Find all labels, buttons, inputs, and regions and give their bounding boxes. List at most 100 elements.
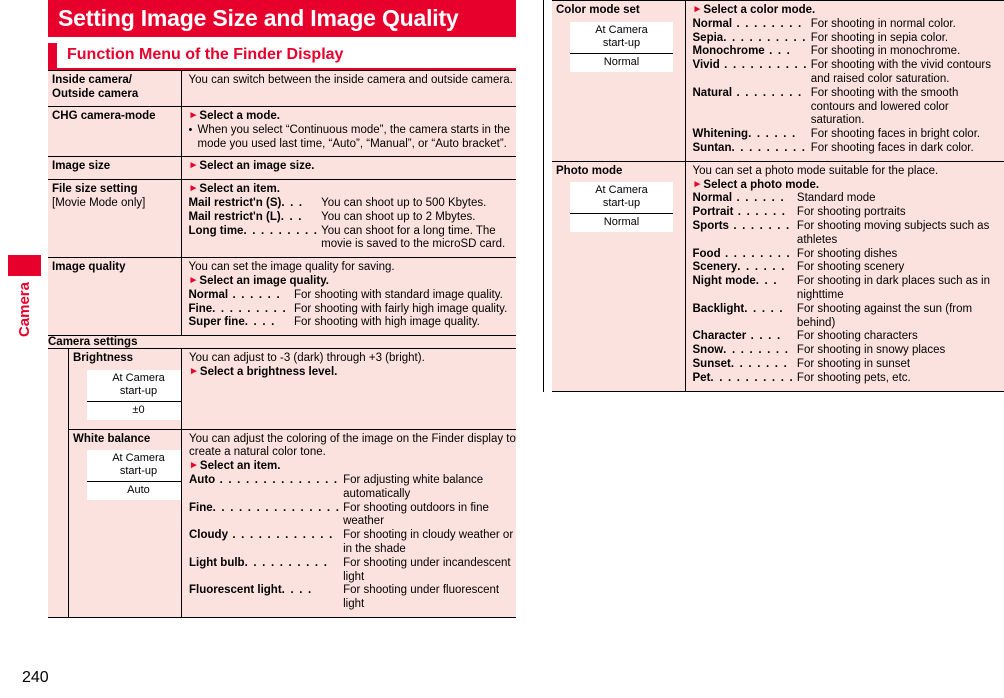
definition-item: Normal . . . . . . Standard mode (693, 192, 1004, 206)
row-label: Image quality (48, 257, 181, 336)
definition-term: Mail restrict'n (S). . . (188, 196, 304, 209)
nested-table-wrapper: Brightness At Camera start-up ±0 You can… (48, 348, 516, 619)
row-step: ►Select an image quality. (189, 275, 517, 289)
definition-term: Portrait . . . . . . (692, 206, 787, 219)
definition-term: Sepia. . . . . . . . . . (692, 31, 807, 44)
definition-desc: For shooting characters (796, 330, 918, 343)
startup-box-value: Normal (603, 55, 640, 68)
startup-box-value: Auto (127, 484, 150, 497)
row-label: Color mode set At Camera start-up Normal (552, 0, 685, 162)
row-label: CHG camera-mode (48, 105, 181, 157)
row-body: You can adjust the coloring of the image… (181, 428, 516, 618)
definition-item: Suntan. . . . . . . . . For shooting fac… (693, 142, 1004, 156)
definition-term: Sports . . . . . . . (692, 219, 791, 232)
row-label: Image size (48, 156, 181, 180)
startup-default-box: At Camera start-up Normal (570, 182, 673, 233)
row-body: ►Select an image size. (180, 156, 517, 180)
definition-desc: For shooting in sepia color. (810, 31, 949, 44)
definition-desc: For shooting against the sun (from behin… (796, 302, 973, 329)
row-step-label: Select an image size. (199, 160, 315, 173)
definition-term: Suntan. . . . . . . . . (692, 141, 807, 154)
row-intro: You can adjust the coloring of the image… (189, 432, 516, 459)
row-step: ►Select an image size. (189, 160, 517, 174)
definition-term: Fluorescent light. . . . (189, 584, 313, 597)
definition-item: Vivid . . . . . . . . . . For shooting w… (693, 59, 1004, 87)
definition-item: Cloudy . . . . . . . . . . . . For shoot… (189, 529, 516, 557)
table-row: Brightness At Camera start-up ±0 You can… (68, 349, 516, 430)
table-row: Inside camera/ Outside camera You can sw… (48, 70, 516, 107)
definition-term: Light bulb. . . . . . . . . . (189, 556, 329, 569)
row-step-label: Select an image quality. (199, 274, 329, 287)
definition-term: Night mode. . . (692, 275, 778, 288)
section-heading: Function Menu of the Finder Display (48, 43, 516, 70)
row-body: You can switch between the inside camera… (180, 70, 516, 107)
definition-desc: You can shoot for a long time. The movie… (321, 224, 506, 251)
row-step: ►Select a photo mode. (693, 179, 1004, 193)
row-label-line1: Inside camera/ (52, 74, 132, 86)
row-step-label: Select a color mode. (703, 4, 816, 16)
definition-desc: For shooting under incandescent light (343, 556, 511, 583)
definition-term: Backlight. . . . . (692, 302, 784, 315)
definition-desc: You can shoot up to 2 Mbytes. (321, 210, 476, 223)
definition-term: Normal . . . . . . . . (692, 17, 803, 30)
row-step: ►Select a mode. (189, 110, 517, 124)
definition-desc: For shooting with standard image quality… (294, 288, 503, 301)
definition-item: Long time. . . . . . . . . You can shoot… (189, 225, 517, 253)
section-heading-bar (48, 43, 57, 68)
right-column: Color mode set At Camera start-up Normal… (543, 0, 1004, 392)
row-bullet-text: When you select “Continuous mode”, the c… (197, 123, 511, 150)
definition-desc: For shooting in snowy places (796, 344, 946, 357)
definition-list: Normal . . . . . . For shooting with sta… (189, 289, 517, 330)
definition-list: Auto . . . . . . . . . . . . . . For adj… (189, 474, 516, 612)
right-spec-table: Color mode set At Camera start-up Normal… (552, 0, 1004, 392)
table-row: Color mode set At Camera start-up Normal… (552, 0, 1004, 162)
definition-desc: For shooting dishes (796, 247, 898, 260)
row-step-label: Select a mode. (199, 110, 280, 122)
group-header-label: Camera settings (48, 335, 516, 349)
manual-page: Camera 240 Setting Image Size and Image … (0, 0, 1004, 698)
row-bullet: • When you select “Continuous mode”, the… (189, 124, 517, 152)
definition-desc: For shooting portraits (796, 206, 906, 219)
definition-desc: For shooting with fairly high image qual… (294, 302, 508, 315)
row-label-main: File size setting (52, 183, 138, 196)
definition-list: Normal . . . . . . Standard mode Portrai… (693, 192, 1004, 385)
table-row: File size setting [Movie Mode only] ►Sel… (48, 179, 517, 258)
row-label-main: Color mode set (556, 4, 640, 16)
definition-item: Sunset. . . . . . . For shooting in suns… (693, 358, 1004, 372)
definition-term: Food . . . . . . . . (692, 247, 791, 260)
play-triangle-icon: ► (188, 183, 199, 195)
bullet-dot-icon: • (188, 123, 193, 136)
definition-desc: Standard mode (796, 192, 876, 205)
row-step: ►Select a brightness level. (189, 366, 516, 380)
row-step-label: Select an item. (199, 460, 281, 473)
definition-desc: For shooting moving subjects such as ath… (796, 219, 990, 246)
definition-desc: For shooting faces in dark color. (810, 141, 974, 154)
definition-term: Auto . . . . . . . . . . . . . . (189, 474, 339, 487)
definition-item: Backlight. . . . . For shooting against … (693, 303, 1004, 331)
definition-item: Normal . . . . . . . . For shooting in n… (693, 18, 1004, 32)
definition-desc: For shooting with the vivid contours and… (810, 59, 991, 85)
startup-default-box: At Camera start-up Normal (570, 21, 673, 72)
definition-item: Portrait . . . . . . For shooting portra… (693, 206, 1004, 220)
left-spec-table: Inside camera/ Outside camera You can sw… (48, 70, 517, 619)
startup-default-box: At Camera start-up ±0 (87, 369, 190, 420)
definition-item: Snow. . . . . . . . For shooting in snow… (693, 344, 1004, 358)
startup-box-header: At Camera start-up (570, 182, 673, 215)
definition-desc: For shooting in dark places such as in n… (796, 275, 990, 301)
definition-item: Natural . . . . . . . . For shooting wit… (693, 87, 1004, 128)
definition-item: Night mode. . . For shooting in dark pla… (693, 275, 1004, 303)
definition-item: Fine. . . . . . . . . For shooting with … (189, 303, 517, 317)
definition-desc: For shooting in monochrome. (810, 45, 961, 58)
definition-desc: For adjusting white balance automaticall… (343, 474, 484, 500)
section-heading-label: Function Menu of the Finder Display (67, 46, 344, 63)
definition-item: Monochrome . . . For shooting in monochr… (693, 45, 1004, 59)
startup-box-value: Normal (603, 216, 640, 229)
startup-default-box: At Camera start-up Auto (87, 450, 190, 501)
left-column: Setting Image Size and Image Quality Fun… (48, 0, 517, 619)
definition-item: Sports . . . . . . . For shooting moving… (693, 220, 1004, 248)
definition-item: Normal . . . . . . For shooting with sta… (189, 289, 517, 303)
row-label: Inside camera/ Outside camera (48, 70, 181, 107)
play-triangle-icon: ► (189, 365, 199, 377)
thumb-index: Camera (0, 255, 48, 337)
definition-term: Normal . . . . . . (188, 288, 281, 301)
